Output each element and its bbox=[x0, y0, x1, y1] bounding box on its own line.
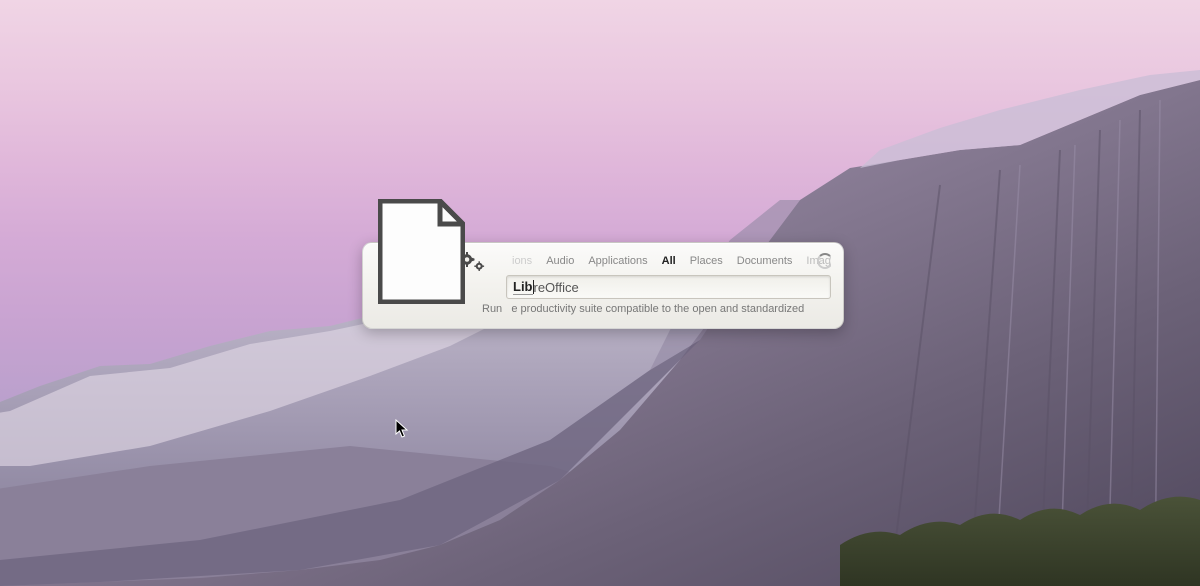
result-description: Run e productivity suite compatible to t… bbox=[458, 303, 831, 315]
category-tabs: ions Audio Applications All Places Docum… bbox=[458, 251, 831, 271]
search-input[interactable]: LibreOffice bbox=[506, 275, 831, 299]
libreoffice-document-icon bbox=[378, 199, 465, 304]
category-tab-audio[interactable]: Audio bbox=[546, 255, 574, 267]
category-tab-all[interactable]: All bbox=[662, 255, 676, 267]
search-completion-text: reOffice bbox=[534, 280, 579, 295]
search-typed-text: Lib bbox=[513, 279, 533, 295]
category-tab-places[interactable]: Places bbox=[690, 255, 723, 267]
category-tab-actions[interactable]: ions bbox=[512, 255, 532, 267]
loading-spinner-icon bbox=[817, 253, 831, 269]
category-tab-documents[interactable]: Documents bbox=[737, 255, 793, 267]
mouse-pointer-icon bbox=[395, 419, 411, 441]
category-tab-applications[interactable]: Applications bbox=[588, 255, 647, 267]
